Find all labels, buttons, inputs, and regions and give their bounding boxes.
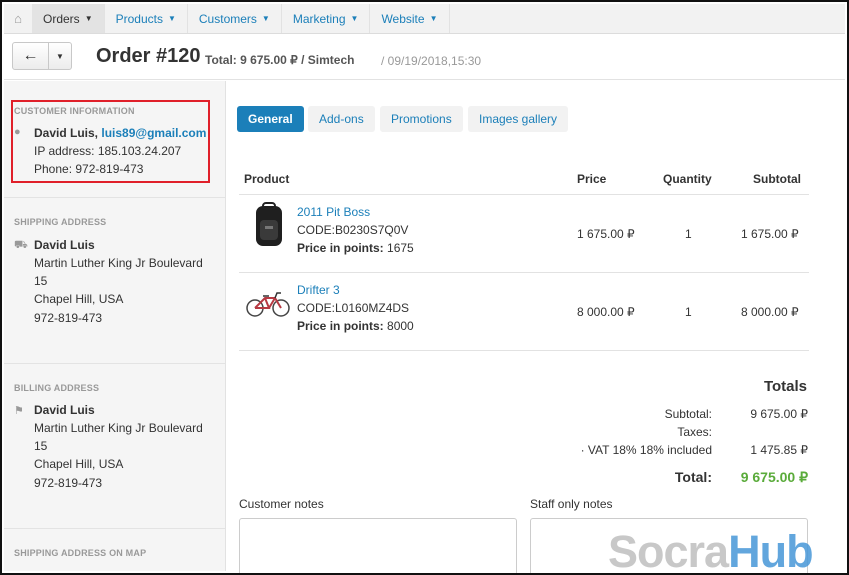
table-divider [239,350,809,351]
tab-promotions[interactable]: Promotions [380,106,463,132]
customer-email-link[interactable]: luis89@gmail.com [101,126,206,140]
tab-add-ons[interactable]: Add-ons [308,106,375,132]
chevron-down-icon: ▼ [167,14,176,23]
shipping-name: David Luis [34,238,95,252]
nav-products-label: Products [115,11,163,26]
customer-name-line: David Luis, luis89@gmail.com [34,126,206,140]
truck-icon: ⛟ [14,239,28,251]
shipping-number: 15 [34,274,48,288]
nav-products[interactable]: Products ▼ [105,4,188,33]
total-label: Total: [674,469,712,485]
points-value: 1675 [387,241,414,255]
shipping-city: Chapel Hill, USA [34,292,124,306]
customer-info-label: CUSTOMER INFORMATION [14,106,135,116]
points-value: 8000 [387,319,414,333]
table-divider [239,194,809,195]
nav-orders-label: Orders [43,11,80,26]
sidebar: CUSTOMER INFORMATION ● David Luis, luis8… [4,81,226,571]
billing-name: David Luis [34,403,95,417]
column-header-product: Product [244,172,290,186]
staff-notes-label: Staff only notes [530,497,613,511]
order-total: Total: 9 675.00 ₽ / Simtech [205,53,355,67]
customer-ip: IP address: 185.103.24.207 [34,144,182,158]
billing-street: Martin Luther King Jr Boulevard [34,421,203,435]
points-label: Price in points: [297,319,384,333]
tab-images-gallery[interactable]: Images gallery [468,106,569,132]
nav-marketing[interactable]: Marketing ▼ [282,4,371,33]
taxes-label: Taxes: [677,425,712,439]
top-navigation: ⌂ Orders ▼ Products ▼ Customers ▼ Marketing… [4,4,845,34]
app-window: ⌂ Orders ▼ Products ▼ Customers ▼ Marketing… [0,0,849,575]
nav-customers[interactable]: Customers ▼ [188,4,282,33]
watermark-part-2: Hub [728,526,813,575]
customer-notes-label: Customer notes [239,497,324,511]
map-label: SHIPPING ADDRESS ON MAP [14,548,147,558]
sidebar-divider [4,363,225,364]
product-subtotal: 8 000.00 ₽ [741,305,799,319]
product-points: Price in points: 8000 [297,319,414,333]
chevron-down-icon: ▼ [350,14,359,23]
watermark-part-1: Socra [608,526,729,575]
billing-number: 15 [34,439,48,453]
chevron-down-icon: ▼ [84,14,93,23]
product-price: 1 675.00 ₽ [577,227,635,241]
total-value: 9 675.00 ₽ [740,469,808,485]
product-points: Price in points: 1675 [297,241,414,255]
chevron-down-icon: ▼ [261,14,270,23]
vat-value: 1 475.85 ₽ [750,443,808,457]
product-link[interactable]: Drifter 3 [297,283,340,297]
sidebar-divider [4,197,225,198]
column-header-quantity: Quantity [663,172,712,186]
points-label: Price in points: [297,241,384,255]
product-quantity: 1 [685,227,692,241]
order-date: / 09/19/2018,15:30 [381,54,482,68]
billing-city: Chapel Hill, USA [34,457,124,471]
user-icon: ● [14,126,21,138]
billing-address-label: BILLING ADDRESS [14,383,100,393]
product-price: 8 000.00 ₽ [577,305,635,319]
shipping-address-label: SHIPPING ADDRESS [14,217,107,227]
tab-general[interactable]: General [237,106,304,132]
subtotal-value: 9 675.00 ₽ [750,407,808,421]
product-code: CODE:L0160MZ4DS [297,301,410,315]
vat-label: · VAT 18% 18% included [580,443,712,457]
backpack-thumbnail [256,202,282,246]
nav-marketing-label: Marketing [292,11,346,26]
product-quantity: 1 [685,305,692,319]
nav-website[interactable]: Website ▼ [370,4,450,33]
nav-website-label: Website [381,11,425,26]
subtotal-label: Subtotal: [664,407,712,421]
bicycle-thumbnail [246,292,290,317]
product-subtotal: 1 675.00 ₽ [741,227,799,241]
page-title: Order #120 [96,45,201,67]
customer-notes-field[interactable] [239,518,517,573]
tag-icon: ⚑ [14,405,24,417]
column-header-subtotal: Subtotal [753,172,801,186]
shipping-street: Martin Luther King Jr Boulevard [34,256,203,270]
nav-customers-label: Customers [198,11,257,26]
chevron-down-icon: ▼ [56,51,64,61]
watermark-logo: SocraHub [608,526,814,575]
product-code: CODE:B0230S7Q0V [297,223,409,237]
sidebar-divider [4,528,225,529]
shipping-phone: 972-819-473 [34,311,103,325]
back-button[interactable]: ← [13,43,49,69]
customer-phone: Phone: 972-819-473 [34,162,144,176]
billing-phone: 972-819-473 [34,476,103,490]
column-header-price: Price [577,172,607,186]
chevron-down-icon: ▼ [429,14,438,23]
nav-orders[interactable]: Orders ▼ [32,4,105,33]
home-icon[interactable]: ⌂ [4,4,32,33]
product-link[interactable]: 2011 Pit Boss [297,205,370,219]
table-divider [239,272,809,273]
title-bar: ← ▼ Order #120 Total: 9 675.00 ₽ / Simte… [4,34,845,80]
history-dropdown-button[interactable]: ▼ [49,43,71,69]
arrow-left-icon: ← [22,47,39,64]
back-button-group: ← ▼ [12,42,72,70]
customer-name: David Luis, [34,126,99,140]
totals-heading: Totals [763,378,807,395]
